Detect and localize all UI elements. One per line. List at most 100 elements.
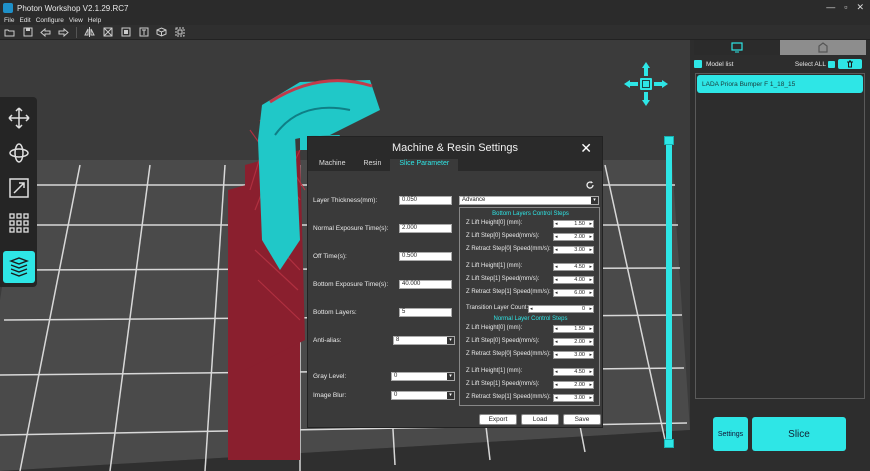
move-icon[interactable] [3, 102, 35, 134]
redo-icon[interactable] [57, 26, 70, 38]
bottom-z-retract-step-1-stepper[interactable]: ◂ 6.00 ▸ [553, 289, 594, 297]
tab-support[interactable] [780, 40, 866, 55]
layer-thickness-field[interactable]: 0.050 [399, 196, 452, 205]
bottom-z-lift-step-0-stepper[interactable]: ◂ 2.00 ▸ [553, 233, 594, 241]
layer-slider-top-thumb[interactable] [664, 136, 674, 145]
bottom-layers-label: Bottom Layers: [313, 309, 357, 316]
restore-icon[interactable]: ▫ [844, 2, 847, 13]
chevron-down-icon: ▾ [447, 337, 454, 344]
normal-row-label: Z Lift Height[0] (mm): [466, 325, 523, 331]
model-list[interactable]: LADA Priora Bumper F 1_18_15 [695, 73, 865, 399]
chevron-down-icon: ▾ [447, 373, 454, 380]
bottom-z-lift-height-0-stepper[interactable]: ◂ 1.50 ▸ [553, 220, 594, 228]
side-panel: Model list Select ALL LADA Priora Bumper… [690, 40, 870, 471]
tab-model[interactable] [694, 40, 780, 55]
layers-icon[interactable] [3, 251, 35, 283]
undo-icon[interactable] [39, 26, 52, 38]
normal-z-lift-step-0-stepper[interactable]: ◂ 2.00 ▸ [553, 338, 594, 346]
model-list-header: Model list Select ALL [694, 57, 866, 71]
bottom-row-label: Z Retract Step[0] Speed(mm/s): [466, 246, 551, 252]
bottom-exposure-field[interactable]: 40.000 [399, 280, 452, 289]
side-panel-tabs [694, 40, 866, 55]
bottom-z-lift-step-1-stepper[interactable]: ◂ 4.00 ▸ [553, 276, 594, 284]
text-icon[interactable] [137, 26, 150, 38]
open-icon[interactable] [3, 26, 16, 38]
toolbar-divider [76, 26, 77, 38]
dialog-tabs: Machine Resin Slice Parameter [308, 159, 602, 171]
monitor-icon [731, 42, 743, 53]
tab-slice-parameter[interactable]: Slice Parameter [390, 159, 459, 171]
trash-icon [847, 60, 853, 68]
minimize-icon[interactable]: — [826, 2, 835, 13]
solid-view-icon[interactable] [119, 26, 132, 38]
image-blur-value: 0 [394, 392, 398, 398]
menu-file[interactable]: File [4, 17, 14, 24]
load-button[interactable]: Load [521, 414, 559, 425]
settings-dialog: Machine & Resin Settings ✕ Machine Resin… [307, 136, 603, 428]
normal-row-label: Z Lift Height[1] (mm): [466, 368, 523, 374]
layer-thickness-label: Layer Thickness(mm): [313, 197, 378, 204]
menu-edit[interactable]: Edit [19, 17, 30, 24]
dialog-title: Machine & Resin Settings [392, 142, 518, 154]
delete-model-button[interactable] [838, 59, 862, 69]
export-button[interactable]: Export [479, 414, 517, 425]
close-window-icon[interactable]: ✕ [856, 2, 864, 13]
box-icon[interactable] [155, 26, 168, 38]
slice-button[interactable]: Slice [752, 417, 846, 451]
close-icon[interactable]: ✕ [580, 140, 592, 157]
layer-slider[interactable] [664, 136, 674, 448]
dialog-title-bar: Machine & Resin Settings ✕ [308, 137, 602, 159]
normal-z-retract-step-1-stepper[interactable]: ◂ 3.00 ▸ [553, 394, 594, 402]
menu-configure[interactable]: Configure [36, 17, 64, 24]
normal-row-label: Z Retract Step[1] Speed(mm/s): [466, 394, 551, 400]
view-cube-icon [640, 78, 652, 90]
bottom-row-label: Z Lift Height[0] (mm): [466, 220, 523, 226]
settings-button[interactable]: Settings [713, 417, 748, 451]
normal-z-retract-step-0-stepper[interactable]: ◂ 3.00 ▸ [553, 351, 594, 359]
bottom-exposure-label: Bottom Exposure Time(s): [313, 281, 389, 288]
menu-help[interactable]: Help [88, 17, 101, 24]
gray-level-label: Gray Level: [313, 373, 347, 380]
save-icon[interactable] [21, 26, 34, 38]
bottom-layers-field[interactable]: 5 [399, 308, 452, 317]
off-time-field[interactable]: 0.500 [399, 252, 452, 261]
list-item[interactable]: LADA Priora Bumper F 1_18_15 [697, 75, 863, 93]
image-blur-dropdown[interactable]: 0 ▾ [391, 391, 455, 400]
menu-view[interactable]: View [69, 17, 83, 24]
window-title: Photon Workshop V2.1.29.RC7 [17, 3, 129, 13]
transition-layer-label: Transition Layer Count: [466, 305, 529, 311]
tab-resin[interactable]: Resin [354, 159, 390, 171]
model-list-label: Model list [706, 60, 734, 68]
transition-layer-stepper[interactable]: ◂ 0 ▸ [528, 305, 594, 313]
bottom-row-label: Z Lift Step[1] Speed(mm/s): [466, 276, 540, 282]
view-navigator[interactable] [622, 60, 670, 108]
save-button[interactable]: Save [563, 414, 601, 425]
normal-z-lift-step-1-stepper[interactable]: ◂ 2.00 ▸ [553, 381, 594, 389]
refresh-icon[interactable] [585, 177, 595, 189]
grid-icon[interactable] [3, 207, 35, 239]
normal-exposure-field[interactable]: 2.000 [399, 224, 452, 233]
normal-z-lift-height-1-stepper[interactable]: ◂ 4.50 ▸ [553, 368, 594, 376]
anti-alias-dropdown[interactable]: 8 ▾ [393, 336, 455, 345]
tab-machine[interactable]: Machine [310, 159, 354, 171]
toolbar [0, 25, 870, 40]
rotate-icon[interactable] [3, 137, 35, 169]
bottom-z-retract-step-0-stepper[interactable]: ◂ 3.00 ▸ [553, 246, 594, 254]
select-all-label: Select ALL [794, 60, 826, 68]
select-all-checkbox[interactable] [828, 60, 835, 68]
fit-icon[interactable] [101, 26, 114, 38]
frame-icon[interactable] [173, 26, 186, 38]
chevron-down-icon: ▾ [591, 197, 598, 204]
support-icon [818, 42, 828, 53]
normal-z-lift-height-0-stepper[interactable]: ◂ 1.50 ▸ [553, 325, 594, 333]
menu-bar: File Edit Configure View Help [0, 16, 870, 25]
bottom-z-lift-height-1-stepper[interactable]: ◂ 4.50 ▸ [553, 263, 594, 271]
mode-dropdown[interactable]: Advance ▾ [459, 196, 599, 205]
image-blur-label: Image Blur: [313, 392, 347, 399]
layer-slider-bottom-thumb[interactable] [664, 439, 674, 448]
scale-icon[interactable] [3, 172, 35, 204]
gray-level-dropdown[interactable]: 0 ▾ [391, 372, 455, 381]
window-controls: — ▫ ✕ [826, 2, 864, 13]
list-icon [694, 60, 702, 68]
mirror-icon[interactable] [83, 26, 96, 38]
